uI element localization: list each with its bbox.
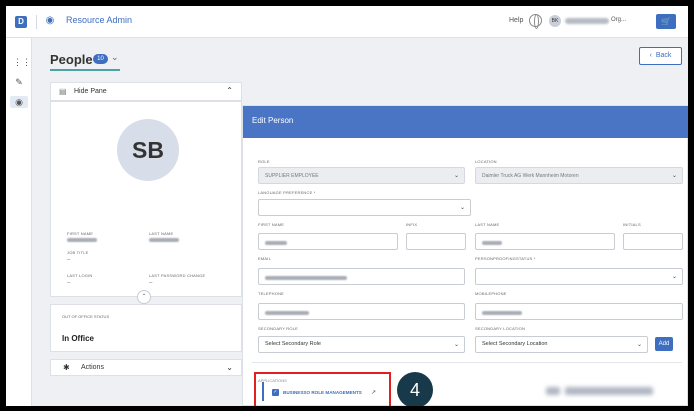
first-name-label: FIRST NAME [67, 231, 94, 236]
person-proofing-select[interactable]: ⌄ [475, 268, 683, 285]
cart-icon: 🛒 [661, 17, 671, 26]
count-badge: 10 [93, 54, 108, 64]
out-of-office-value: In Office [62, 334, 95, 343]
app-logo[interactable]: D [15, 16, 27, 28]
user-org[interactable]: Org... [611, 17, 626, 23]
first-name-redacted [265, 241, 287, 245]
location-label: LOCATION [475, 159, 497, 164]
checkbox-checked-icon[interactable]: ✓ [272, 389, 279, 396]
actions-label: Actions [81, 364, 104, 371]
infix-input[interactable] [406, 233, 466, 250]
edit-title: Edit Person [252, 116, 294, 125]
secondary-role-label: SECONDARY ROLE [258, 326, 298, 331]
last-login-value: – [67, 280, 71, 286]
pane-icon: ▤ [59, 87, 67, 96]
mobilephone-redacted [482, 311, 522, 315]
divider [36, 15, 37, 29]
first-name-redacted [67, 238, 97, 242]
email-input[interactable] [258, 268, 465, 285]
collapse-toggle[interactable]: ⌃ [137, 290, 151, 304]
initials-label: INITIALS [623, 222, 641, 227]
edit-person-card: Edit Person ROLE SUPPLIER EMPLOYEE ⌄ LOC… [242, 105, 688, 406]
last-name-input[interactable] [475, 233, 615, 250]
last-name-redacted [149, 238, 179, 242]
secondary-location-label: SECONDARY LOCATION [475, 326, 526, 331]
initials-input[interactable] [623, 233, 683, 250]
page-title: People [50, 52, 93, 67]
left-rail: ⋮⋮ ✎ ◉ [6, 38, 32, 406]
email-label: EMAIL [258, 256, 272, 261]
telephone-label: TELEPHONE [258, 291, 285, 296]
redacted-block [565, 387, 653, 395]
fingerprint-nav-icon[interactable]: ◉ [10, 96, 28, 108]
redacted-block [546, 387, 560, 395]
actions-dropdown[interactable]: ✱ Actions ⌄ [50, 359, 242, 376]
gear-icon: ✱ [63, 363, 70, 372]
out-of-office-label: OUT OF OFFICE STATUS [62, 314, 110, 319]
location-select: Daimler Truck AG Werk Mannheim Motoren ⌄ [475, 167, 683, 184]
chevron-down-icon[interactable]: ⌄ [111, 52, 119, 63]
app-item-accent [262, 382, 264, 401]
job-title-value: – [67, 257, 71, 263]
role-select: SUPPLIER EMPLOYEE ⌄ [258, 167, 465, 184]
edit-doc-icon[interactable]: ✎ [13, 76, 25, 88]
mobilephone-input[interactable] [475, 303, 683, 320]
back-button[interactable]: ‹ Back [639, 47, 682, 65]
user-name-redacted [565, 18, 609, 24]
grid-icon[interactable]: ⋮⋮ [13, 56, 31, 68]
last-name-label: LAST NAME [475, 222, 500, 227]
first-name-label: FIRST NAME [258, 222, 285, 227]
last-login-label: LAST LOGIN [67, 273, 93, 278]
hide-pane-label: Hide Pane [74, 88, 107, 95]
add-button[interactable]: Add [655, 337, 673, 351]
globe-icon[interactable] [529, 14, 542, 29]
divider [252, 362, 682, 363]
chevron-down-icon: ⌄ [453, 173, 459, 179]
edit-header: Edit Person [243, 106, 688, 138]
title-underline [50, 69, 120, 71]
secondary-role-placeholder: Select Secondary Role [265, 341, 321, 347]
role-label: ROLE [258, 159, 270, 164]
profile-card: SB FIRST NAME LAST NAME JOB TITLE – LAST… [50, 101, 242, 297]
last-name-label: LAST NAME [149, 231, 174, 236]
last-password-change-label: LAST PASSWORD CHANGE [149, 273, 206, 278]
app-window: D ◉ Resource Admin Help BK Org... 🛒 ⋮⋮ ✎… [6, 6, 688, 406]
cart-button[interactable]: 🛒 [656, 14, 676, 29]
app-title[interactable]: Resource Admin [66, 15, 132, 25]
external-link-icon[interactable]: ↗ [371, 389, 376, 396]
email-redacted [265, 276, 347, 280]
chevron-down-icon: ⌄ [453, 342, 459, 348]
language-label: LANGUAGE PREFERENCE * [258, 190, 316, 195]
last-name-redacted [482, 241, 502, 245]
chevron-down-icon[interactable]: ⌄ [226, 363, 233, 372]
secondary-location-select[interactable]: Select Secondary Location ⌄ [475, 336, 648, 353]
user-avatar[interactable]: BK [549, 15, 561, 27]
job-title-label: JOB TITLE [67, 250, 89, 255]
top-bar: D ◉ Resource Admin Help BK Org... 🛒 [6, 6, 688, 38]
application-name[interactable]: BUSINESSO ROLE MANAGEMENTS [283, 390, 362, 395]
secondary-location-placeholder: Select Secondary Location [482, 341, 548, 347]
chevron-up-icon[interactable]: ⌃ [226, 86, 233, 95]
avatar: SB [117, 119, 179, 181]
infix-label: INFIX [406, 222, 418, 227]
out-of-office-card: OUT OF OFFICE STATUS In Office [50, 304, 242, 352]
fingerprint-icon: ◉ [45, 15, 55, 26]
chevron-down-icon: ⌄ [459, 205, 465, 211]
telephone-redacted [265, 311, 309, 315]
role-value: SUPPLIER EMPLOYEE [265, 173, 319, 179]
chevron-down-icon: ⌄ [671, 274, 677, 280]
mobilephone-label: MOBILEPHONE [475, 291, 507, 296]
step-number-badge: 4 [397, 372, 433, 406]
secondary-role-select[interactable]: Select Secondary Role ⌄ [258, 336, 465, 353]
chevron-down-icon: ⌄ [636, 342, 642, 348]
language-select[interactable]: ⌄ [258, 199, 471, 216]
help-link[interactable]: Help [509, 17, 523, 24]
chevron-down-icon: ⌄ [671, 173, 677, 179]
first-name-input[interactable] [258, 233, 398, 250]
hide-pane-bar[interactable]: ▤ Hide Pane ⌃ [50, 82, 242, 101]
last-password-change-value: – [149, 280, 153, 286]
location-value: Daimler Truck AG Werk Mannheim Motoren [482, 173, 579, 179]
telephone-input[interactable] [258, 303, 465, 320]
person-proofing-label: PERSONPROOFINGSTATUS * [475, 256, 536, 261]
